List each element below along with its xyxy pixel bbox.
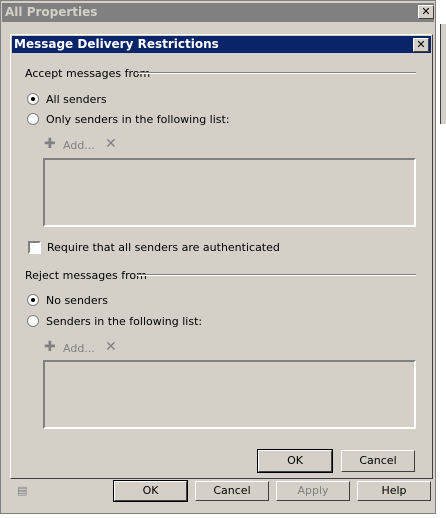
outer-cancel-button[interactable]: Cancel bbox=[195, 481, 269, 501]
require-auth-label: Require that all senders are authenticat… bbox=[47, 241, 280, 254]
accept-group-label: Accept messages from bbox=[25, 67, 151, 80]
accept-senders-list[interactable] bbox=[43, 158, 416, 227]
reject-senders-list[interactable] bbox=[43, 360, 416, 429]
accept-add-button[interactable]: Add... bbox=[63, 139, 95, 152]
reject-add-button[interactable]: Add... bbox=[63, 342, 95, 355]
outer-ok-button[interactable]: OK bbox=[113, 480, 188, 502]
add-icon: ✚ bbox=[44, 136, 56, 152]
outer-apply-button[interactable]: Apply bbox=[276, 481, 350, 501]
reject-group-label: Reject messages from bbox=[25, 269, 147, 282]
no-senders-label: No senders bbox=[46, 294, 108, 307]
only-senders-radio[interactable] bbox=[27, 113, 39, 125]
reject-divider bbox=[137, 274, 416, 276]
add-icon: ✚ bbox=[44, 339, 56, 355]
only-senders-label: Only senders in the following list: bbox=[46, 113, 230, 126]
powershell-icon[interactable]: ▤ bbox=[17, 484, 27, 497]
outer-help-button[interactable]: Help bbox=[357, 481, 431, 501]
dialog-title: Message Delivery Restrictions bbox=[12, 36, 431, 53]
reject-list-radio[interactable] bbox=[27, 315, 39, 327]
all-senders-label: All senders bbox=[46, 93, 107, 106]
all-properties-title: All Properties bbox=[2, 3, 434, 22]
require-auth-checkbox[interactable] bbox=[28, 241, 41, 254]
background-window-edge bbox=[440, 24, 446, 124]
accept-divider bbox=[138, 72, 416, 74]
no-senders-radio[interactable] bbox=[27, 294, 39, 306]
dialog-close-button[interactable]: ✕ bbox=[413, 38, 429, 52]
remove-icon[interactable]: ✕ bbox=[105, 136, 117, 152]
dialog-cancel-button[interactable]: Cancel bbox=[341, 450, 415, 472]
remove-icon[interactable]: ✕ bbox=[105, 339, 117, 355]
dialog-ok-button[interactable]: OK bbox=[257, 449, 333, 473]
outer-close-button[interactable]: ✕ bbox=[418, 5, 434, 19]
all-senders-radio[interactable] bbox=[27, 93, 39, 105]
reject-list-label: Senders in the following list: bbox=[46, 315, 203, 328]
